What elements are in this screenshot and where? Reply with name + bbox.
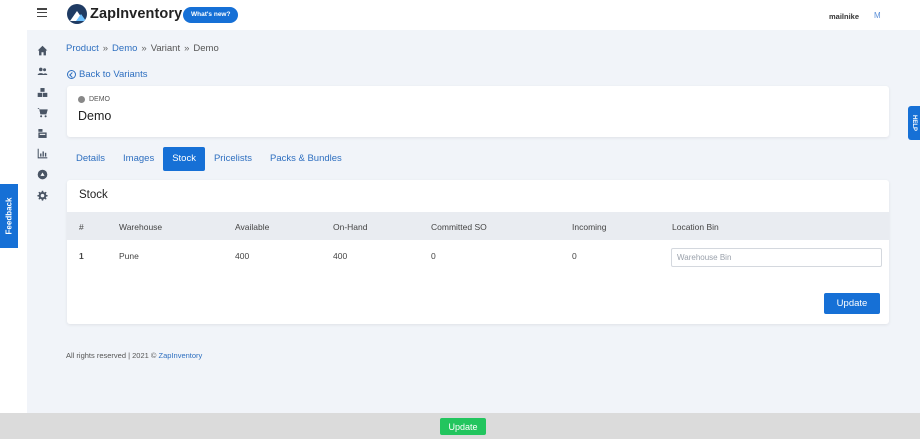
row-available: 400	[235, 251, 250, 261]
row-committed-so: 0	[431, 251, 436, 261]
stock-title: Stock	[79, 189, 108, 201]
footer-text: All rights reserved | 2021 ©	[66, 351, 157, 360]
row-on-hand: 400	[333, 251, 348, 261]
table-header: # Warehouse Available On-Hand Committed …	[67, 212, 889, 240]
logo-icon	[67, 4, 87, 24]
variant-dot-icon	[78, 96, 85, 103]
col-incoming: Incoming	[572, 222, 607, 232]
help-tab[interactable]: HELP	[908, 106, 920, 140]
tab-details[interactable]: Details	[67, 147, 114, 171]
top-bar: ZapInventory What's new? mailnike M	[0, 0, 920, 30]
row-incoming: 0	[572, 251, 577, 261]
footer-link[interactable]: ZapInventory	[159, 351, 203, 360]
back-to-variants-link[interactable]: Back to Variants	[67, 69, 147, 80]
row-index: 1	[79, 251, 84, 261]
bottom-bar: Update	[0, 413, 920, 439]
boxes-icon[interactable]	[37, 87, 48, 98]
feedback-tab[interactable]: Feedback	[0, 184, 18, 248]
location-bin-input[interactable]	[671, 248, 882, 267]
col-available: Available	[235, 222, 270, 232]
app-name: ZapInventory	[90, 6, 183, 22]
chart-icon[interactable]	[37, 148, 48, 159]
breadcrumb-current: Demo	[193, 43, 219, 54]
breadcrumb-separator: »	[184, 43, 190, 54]
breadcrumb-product[interactable]: Product	[66, 43, 99, 54]
feedback-label: Feedback	[4, 197, 14, 235]
home-icon[interactable]	[37, 45, 48, 56]
breadcrumb-separator: »	[141, 43, 147, 54]
col-location-bin: Location Bin	[672, 222, 719, 232]
avatar[interactable]: M	[874, 11, 881, 20]
col-index: #	[79, 222, 84, 232]
breadcrumb-separator: »	[102, 43, 109, 54]
page-title: Demo	[78, 109, 112, 123]
breadcrumb-variant: Variant	[150, 43, 181, 54]
menu-icon[interactable]	[37, 8, 47, 18]
bottom-update-button[interactable]: Update	[440, 418, 486, 435]
footer: All rights reserved | 2021 © ZapInventor…	[66, 351, 202, 360]
breadcrumb-demo[interactable]: Demo	[112, 43, 137, 54]
gear-icon[interactable]	[37, 190, 48, 201]
circle-icon[interactable]	[37, 169, 48, 180]
tab-stock[interactable]: Stock	[163, 147, 205, 171]
breadcrumb: Product» Demo» Variant» Demo	[66, 43, 219, 54]
col-on-hand: On-Hand	[333, 222, 368, 232]
back-link-label: Back to Variants	[79, 69, 148, 80]
variant-header-card: DEMO Demo	[67, 86, 889, 137]
cart-icon[interactable]	[37, 107, 48, 118]
variant-tag: DEMO	[78, 96, 110, 103]
tab-packs-bundles[interactable]: Packs & Bundles	[261, 147, 351, 171]
app-logo[interactable]: ZapInventory	[67, 4, 182, 24]
stock-card: Stock # Warehouse Available On-Hand Comm…	[67, 180, 889, 324]
tab-pricelists[interactable]: Pricelists	[205, 147, 261, 171]
variant-tag-label: DEMO	[89, 96, 110, 103]
update-button[interactable]: Update	[824, 293, 880, 314]
tab-images[interactable]: Images	[114, 147, 163, 171]
col-warehouse: Warehouse	[119, 222, 163, 232]
row-warehouse: Pune	[119, 251, 139, 261]
inventory-icon[interactable]	[37, 128, 48, 139]
user-name[interactable]: mailnike	[829, 12, 859, 21]
back-arrow-icon	[67, 70, 76, 79]
whats-new-button[interactable]: What's new?	[183, 7, 239, 23]
tab-bar: Details Images Stock Pricelists Packs & …	[67, 147, 351, 171]
users-icon[interactable]	[37, 66, 48, 77]
col-committed-so: Committed SO	[431, 222, 487, 232]
help-label: HELP	[911, 114, 917, 132]
